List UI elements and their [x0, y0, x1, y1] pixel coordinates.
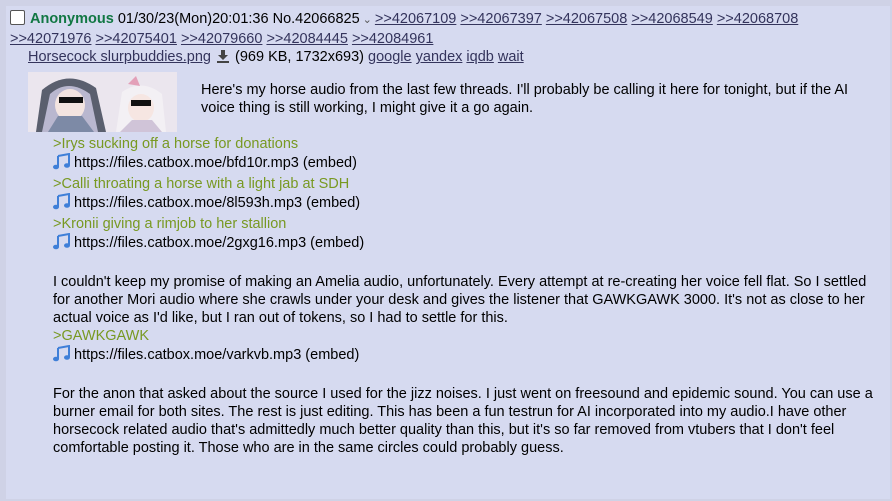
audio-url[interactable]: https://files.catbox.moe/2gxg16.mp3	[74, 235, 306, 251]
reply-link[interactable]: >>42075401	[95, 31, 176, 47]
search-iqdb-link[interactable]: iqdb	[466, 49, 493, 65]
post-datetime: 01/30/23(Mon)20:01:36	[117, 11, 269, 27]
reply-link[interactable]: >>42068708	[717, 11, 798, 27]
music-note-icon	[53, 192, 71, 215]
audio-link-row: https://files.catbox.moe/varkvb.mp3 (emb…	[53, 344, 874, 367]
search-google-link[interactable]: google	[368, 49, 412, 65]
audio-link-row: https://files.catbox.moe/bfd10r.mp3 (emb…	[53, 152, 874, 175]
post-paragraph: I couldn't keep my promise of making an …	[53, 274, 867, 326]
embed-link[interactable]: (embed)	[306, 195, 360, 211]
download-icon[interactable]	[217, 50, 229, 68]
greentext-quote: >GAWKGAWK	[53, 328, 150, 344]
audio-url[interactable]: https://files.catbox.moe/varkvb.mp3	[74, 347, 301, 363]
embed-link[interactable]: (embed)	[310, 235, 364, 251]
greentext-quote: >Calli throating a horse with a light ja…	[53, 176, 350, 192]
greentext-quote: >Kronii giving a rimjob to her stallion	[53, 216, 287, 232]
post-container: Anonymous 01/30/23(Mon)20:01:36 No.42066…	[6, 6, 890, 499]
reply-link[interactable]: >>42067397	[460, 11, 541, 27]
audio-link-row: https://files.catbox.moe/2gxg16.mp3 (emb…	[53, 232, 874, 255]
reply-link[interactable]: >>42071976	[10, 31, 91, 47]
music-note-icon	[53, 152, 71, 175]
post-menu-chevron-icon[interactable]: ⌄	[363, 14, 372, 26]
reply-link[interactable]: >>42084445	[266, 31, 347, 47]
music-note-icon	[53, 344, 71, 367]
post-header: Anonymous 01/30/23(Mon)20:01:36 No.42066…	[10, 10, 888, 49]
post-paragraph: For the anon that asked about the source…	[53, 386, 873, 456]
audio-url[interactable]: https://files.catbox.moe/bfd10r.mp3	[74, 155, 299, 171]
file-meta: (969 KB, 1732x693)	[235, 49, 365, 65]
music-note-icon	[53, 232, 71, 255]
post-checkbox[interactable]	[10, 10, 25, 25]
post-number[interactable]: No.42066825	[273, 11, 360, 27]
poster-name: Anonymous	[30, 11, 114, 27]
reply-link[interactable]: >>42067109	[375, 11, 456, 27]
post-body: Here's my horse audio from the last few …	[53, 81, 874, 457]
reply-link[interactable]: >>42084961	[352, 31, 433, 47]
file-info: Horsecock slurpbuddies.png (969 KB, 1732…	[28, 48, 524, 68]
embed-link[interactable]: (embed)	[303, 155, 357, 171]
reply-link[interactable]: >>42067508	[546, 11, 627, 27]
audio-link-row: https://files.catbox.moe/8l593h.mp3 (emb…	[53, 192, 874, 215]
post-paragraph: Here's my horse audio from the last few …	[201, 82, 849, 116]
greentext-quote: >Irys sucking off a horse for donations	[53, 136, 299, 152]
audio-url[interactable]: https://files.catbox.moe/8l593h.mp3	[74, 195, 302, 211]
search-wait-link[interactable]: wait	[498, 49, 524, 65]
search-yandex-link[interactable]: yandex	[416, 49, 463, 65]
file-name-link[interactable]: Horsecock slurpbuddies.png	[28, 49, 211, 65]
embed-link[interactable]: (embed)	[305, 347, 359, 363]
reply-link[interactable]: >>42068549	[631, 11, 712, 27]
reply-link[interactable]: >>42079660	[181, 31, 262, 47]
